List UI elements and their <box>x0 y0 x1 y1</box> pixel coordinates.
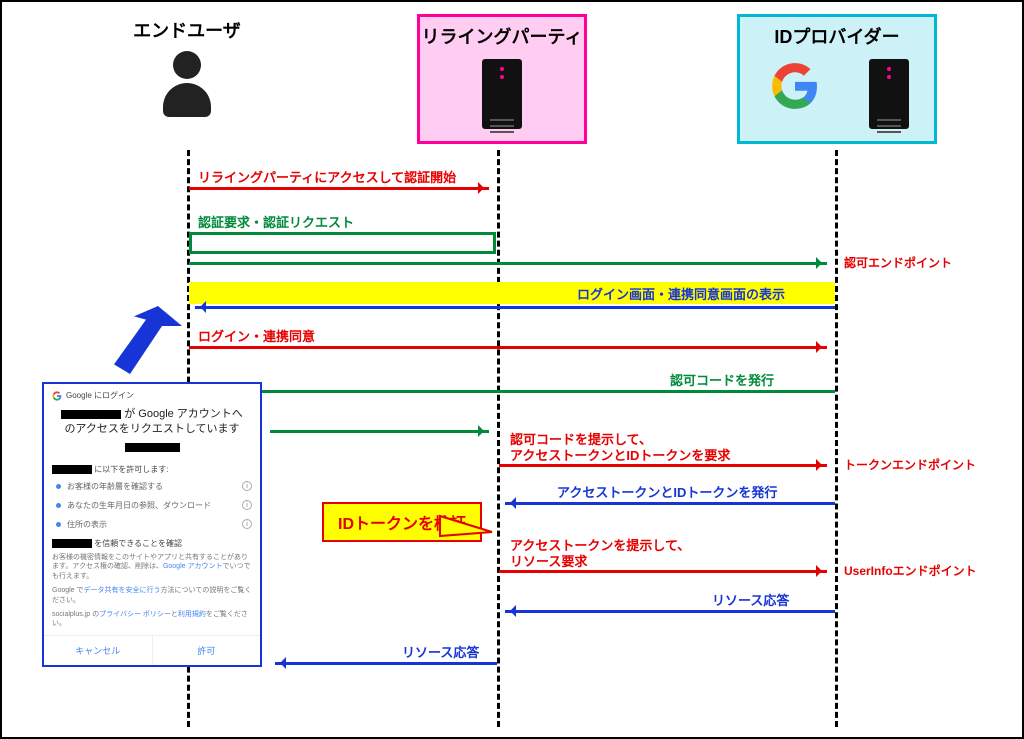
arrow <box>270 430 489 433</box>
arrow <box>189 346 827 349</box>
arrow <box>275 662 497 665</box>
google-logo-icon <box>770 61 820 111</box>
msg-label: リソース応答 <box>712 590 789 609</box>
pointer-arrow-icon <box>102 302 182 382</box>
endpoint-label: UserInfoエンドポイント <box>844 562 977 579</box>
endpoint-label: トークンエンドポイント <box>844 456 976 473</box>
msg-label: リソース応答 <box>402 642 479 661</box>
msg-label: ログイン画面・連携同意画面の表示 <box>577 284 785 303</box>
person-icon <box>157 51 217 121</box>
request-box <box>189 232 496 254</box>
actor-label: エンドユーザ <box>117 17 257 43</box>
msg-label: アクセストークンとIDトークンを要求 <box>510 445 730 464</box>
consent-header-text: Google にログイン <box>66 390 134 401</box>
msg-label: アクセストークンとIDトークンを発行 <box>557 482 777 501</box>
arrow <box>499 570 827 573</box>
arrow <box>189 262 827 265</box>
msg-label: リソース要求 <box>510 551 587 570</box>
link-google-account[interactable]: Google アカウント <box>163 563 223 570</box>
consent-permissions-heading: に以下を許可します: <box>52 464 252 475</box>
consent-permission-item: 住所の表示i <box>56 519 252 530</box>
arrow <box>505 610 835 613</box>
consent-trust-heading: を信頼できることを確認 <box>52 538 252 549</box>
consent-header: Google にログイン <box>52 390 252 401</box>
actor-relying-party: リライングパーティ <box>412 14 592 144</box>
redacted-bar <box>52 539 92 548</box>
msg-label: 認可コードを発行 <box>670 370 774 389</box>
consent-permission-item: あなたの生年月日の参照、ダウンロードi <box>56 500 252 511</box>
msg-label: ログイン・連携同意 <box>198 326 315 345</box>
google-consent-screen: Google にログイン が Google アカウントへのアクセスをリクエストし… <box>42 382 262 667</box>
arrow <box>195 306 835 309</box>
msg-label: リライングパーティにアクセスして認証開始 <box>198 167 456 186</box>
consent-fineprint: Google でデータ共有を安全に行う方法についての説明をご覧ください。 <box>52 586 252 606</box>
redacted-bar <box>61 410 121 419</box>
server-icon <box>869 59 909 129</box>
arrow <box>189 187 489 190</box>
info-icon[interactable]: i <box>242 519 252 529</box>
server-icon <box>482 59 522 129</box>
arrow <box>499 464 827 467</box>
cancel-button[interactable]: キャンセル <box>44 636 152 665</box>
consent-headline: が Google アカウントへのアクセスをリクエストしています <box>56 407 248 456</box>
endpoint-label: 認可エンドポイント <box>844 254 952 271</box>
arrow <box>195 390 835 393</box>
link-data-sharing[interactable]: データ共有を安全に行う <box>84 587 161 594</box>
redacted-bar <box>125 443 180 452</box>
consent-fineprint: socialplus.jp のプライバシー ポリシーと利用規約をご覧ください。 <box>52 610 252 630</box>
consent-fineprint: お客様の機密情報をこのサイトやアプリと共有することがあります。アクセス権の確認、… <box>52 553 252 582</box>
actor-id-provider: IDプロバイダー <box>732 14 942 144</box>
consent-permission-item: お客様の年齢層を確認するi <box>56 481 252 492</box>
redacted-bar <box>52 465 92 474</box>
callout-pointer-icon <box>432 514 502 554</box>
info-icon[interactable]: i <box>242 500 252 510</box>
consent-button-row: キャンセル 許可 <box>44 635 260 665</box>
allow-button[interactable]: 許可 <box>152 636 261 665</box>
msg-label: 認証要求・認証リクエスト <box>198 212 354 231</box>
consent-permissions-list: お客様の年齢層を確認するi あなたの生年月日の参照、ダウンロードi 住所の表示i <box>52 481 252 530</box>
link-terms[interactable]: 利用規約 <box>178 611 206 618</box>
sequence-diagram: エンドユーザ リライングパーティ IDプロバイダー リライングパーティにアクセス… <box>0 0 1024 739</box>
arrow <box>505 502 835 505</box>
actor-label: IDプロバイダー <box>740 17 934 49</box>
link-privacy-policy[interactable]: プライバシー ポリシー <box>99 611 171 618</box>
actor-end-user: エンドユーザ <box>117 17 257 121</box>
info-icon[interactable]: i <box>242 481 252 491</box>
lifeline-idp <box>835 150 838 727</box>
actor-label: リライングパーティ <box>420 17 584 49</box>
google-logo-icon <box>52 391 62 401</box>
lifeline-rp <box>497 150 500 727</box>
